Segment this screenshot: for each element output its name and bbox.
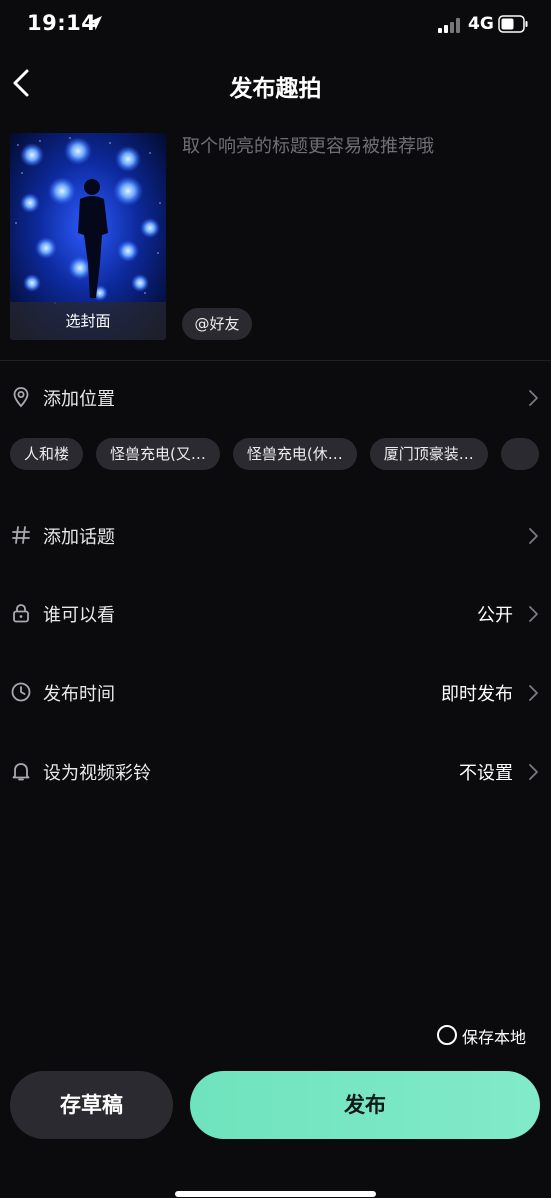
signal-icon xyxy=(438,17,462,33)
add-location-row[interactable]: 添加位置 xyxy=(0,372,551,422)
cover-thumbnail[interactable]: 选封面 xyxy=(10,133,166,340)
chevron-right-icon xyxy=(529,764,538,780)
video-ringtone-label: 设为视频彩铃 xyxy=(43,763,151,784)
visibility-label: 谁可以看 xyxy=(43,605,115,626)
save-local-label: 保存本地 xyxy=(462,1028,527,1047)
video-ringtone-value: 不设置 xyxy=(459,763,513,784)
battery-icon xyxy=(498,15,528,33)
clock-icon xyxy=(11,682,31,702)
bell-icon xyxy=(12,763,30,781)
save-local-toggle[interactable]: 保存本地 xyxy=(437,1024,534,1047)
chevron-right-icon xyxy=(529,606,538,622)
lock-icon xyxy=(13,604,29,623)
chevron-right-icon xyxy=(529,528,538,544)
status-bar: 19:14 4G xyxy=(0,0,551,50)
publish-time-row[interactable]: 发布时间 即时发布 xyxy=(0,667,551,717)
page-title: 发布趣拍 xyxy=(229,76,322,102)
home-indicator xyxy=(175,1191,376,1197)
location-chip[interactable]: 怪兽充电(又… xyxy=(96,438,220,470)
location-arrow-icon xyxy=(88,16,102,30)
location-chip[interactable]: 怪兽充电(休… xyxy=(232,438,357,470)
add-topic-label: 添加话题 xyxy=(43,527,115,548)
visibility-row[interactable]: 谁可以看 公开 xyxy=(0,588,551,638)
hashtag-icon xyxy=(12,526,30,544)
chevron-right-icon xyxy=(529,685,538,701)
save-draft-button[interactable]: 存草稿 xyxy=(10,1071,173,1139)
status-time: 19:14 xyxy=(27,11,97,35)
add-location-label: 添加位置 xyxy=(43,389,115,410)
location-suggestions: 人和楼 怪兽充电(又… 怪兽充电(休… 厦门顶豪装… xyxy=(10,438,551,470)
divider xyxy=(0,360,551,361)
location-pin-icon xyxy=(13,387,29,408)
visibility-value: 公开 xyxy=(477,605,513,626)
publish-time-label: 发布时间 xyxy=(43,684,115,705)
location-chip[interactable]: 人和楼 xyxy=(10,438,84,470)
location-chip[interactable]: 厦门顶豪装… xyxy=(369,438,488,470)
publish-button[interactable]: 发布 xyxy=(190,1071,540,1139)
location-chip[interactable] xyxy=(500,438,539,470)
add-topic-row[interactable]: 添加话题 xyxy=(0,510,551,560)
nav-bar: 发布趣拍 xyxy=(0,55,551,111)
mention-friends-button[interactable]: @好友 xyxy=(182,308,252,340)
chevron-right-icon xyxy=(529,390,538,406)
title-input[interactable] xyxy=(182,133,537,293)
video-ringtone-row[interactable]: 设为视频彩铃 不设置 xyxy=(0,746,551,796)
network-type: 4G xyxy=(468,14,494,34)
publish-time-value: 即时发布 xyxy=(441,684,513,705)
save-local-radio[interactable] xyxy=(437,1025,457,1045)
select-cover-label[interactable]: 选封面 xyxy=(10,302,166,340)
